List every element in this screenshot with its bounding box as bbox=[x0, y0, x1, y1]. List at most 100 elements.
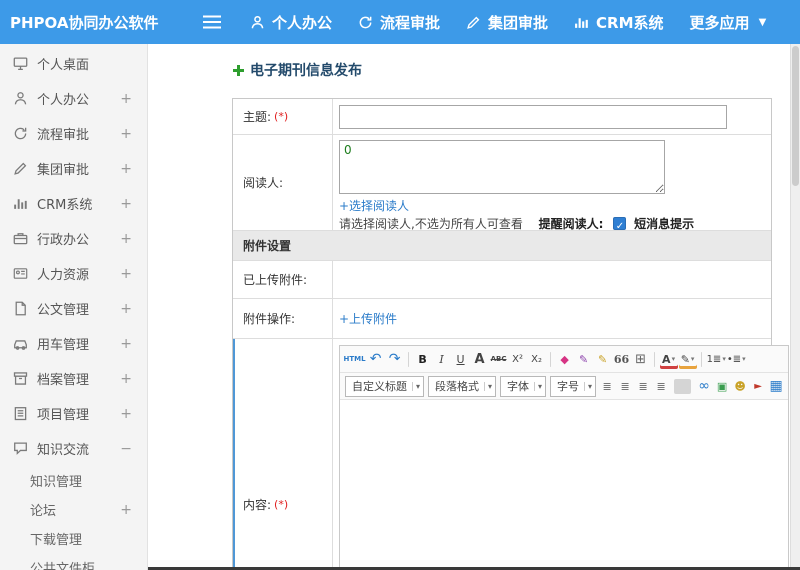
sidebar-item-label: 个人办公 bbox=[37, 93, 90, 108]
publish-form: 主题: (*) 阅读人: 0 +选择阅读人 请选择阅读人,不选为所有人可查看 提… bbox=[232, 98, 790, 570]
sidebar-item-label: 流程审批 bbox=[37, 128, 90, 143]
top-nav: 个人办公 流程审批 集团审批 CRM系统 更多应用 ▼ bbox=[250, 12, 766, 33]
format-painter-icon[interactable]: ✎ bbox=[575, 350, 593, 369]
bold-icon[interactable]: B bbox=[414, 350, 432, 369]
media-icon[interactable]: ► bbox=[750, 377, 767, 396]
sidebar-subitem-label: 论坛 bbox=[30, 504, 57, 519]
nav-group-approval[interactable]: 集团审批 bbox=[466, 12, 548, 33]
font-size-combo[interactable]: 字号 ▾ bbox=[550, 375, 597, 397]
upload-attachment-link[interactable]: +上传附件 bbox=[339, 310, 397, 327]
top-header: PHPOA协同办公软件 个人办公 流程审批 集团审批 CRM系统 更多应用 ▼ bbox=[0, 0, 800, 44]
expand-sign: + bbox=[120, 195, 132, 212]
nav-personal-office[interactable]: 个人办公 bbox=[250, 12, 332, 33]
menu-toggle-icon[interactable] bbox=[202, 14, 224, 30]
separator bbox=[408, 351, 410, 367]
caret-down-icon: ▾ bbox=[412, 381, 420, 391]
strikethrough-icon[interactable]: ABC bbox=[490, 350, 508, 369]
italic-icon[interactable]: I bbox=[433, 350, 451, 369]
superscript-icon[interactable]: X² bbox=[509, 350, 527, 369]
sms-notify-checkbox[interactable] bbox=[613, 217, 627, 235]
sidebar-item-personal-desktop[interactable]: 个人桌面 bbox=[0, 46, 147, 81]
editor-content-area[interactable] bbox=[340, 400, 789, 570]
highlight-color-icon[interactable]: ✎ bbox=[679, 350, 697, 369]
unordered-list-icon[interactable]: •≣ bbox=[727, 350, 746, 369]
sidebar-subitem-download-mgmt[interactable]: 下载管理 bbox=[0, 524, 147, 553]
caret-down-icon: ▾ bbox=[484, 381, 492, 391]
sidebar-subitem-forum[interactable]: 论坛 + bbox=[0, 495, 147, 524]
briefcase-icon bbox=[13, 231, 28, 246]
sidebar-item-knowledge-exchange[interactable]: 知识交流 − bbox=[0, 431, 147, 466]
app-title: PHPOA协同办公软件 bbox=[10, 13, 159, 32]
caret-down-icon: ▾ bbox=[584, 381, 592, 391]
sidebar-subitem-knowledge-mgmt[interactable]: 知识管理 bbox=[0, 466, 147, 495]
special-char-icon[interactable]: ⊞ bbox=[632, 350, 650, 369]
vertical-scrollbar[interactable] bbox=[790, 44, 800, 570]
add-icon bbox=[232, 64, 245, 77]
nav-label: 更多应用 bbox=[689, 13, 750, 32]
person-icon bbox=[250, 15, 265, 30]
select-readers-link[interactable]: +选择阅读人 bbox=[339, 199, 409, 213]
editor-toolbar-row2: 自定义标题 ▾ 段落格式 ▾ 字体 ▾ 字号 ▾ ≣ ≣ ≣ ≣ ∞ ▣ ☻ ► ▦ bbox=[340, 373, 789, 400]
expand-sign: + bbox=[120, 501, 132, 518]
align-right-icon[interactable]: ≣ bbox=[635, 377, 652, 396]
sidebar-item-document-mgmt[interactable]: 公文管理 + bbox=[0, 291, 147, 326]
emoticon-icon[interactable]: ☻ bbox=[732, 377, 749, 396]
subject-row: 主题: (*) bbox=[233, 99, 771, 135]
sidebar-item-personal-office[interactable]: 个人办公 + bbox=[0, 81, 147, 116]
align-justify-icon[interactable]: ≣ bbox=[653, 377, 670, 396]
redo-icon[interactable]: ↷ bbox=[386, 350, 404, 369]
required-mark: (*) bbox=[274, 110, 289, 123]
scrollbar-thumb[interactable] bbox=[792, 46, 799, 186]
expand-sign: + bbox=[120, 265, 132, 282]
eraser-icon[interactable]: ◆ bbox=[556, 350, 574, 369]
uploaded-label-cell: 已上传附件: bbox=[233, 261, 333, 298]
style-combo[interactable]: 自定义标题 ▾ bbox=[345, 375, 425, 397]
expand-sign: + bbox=[120, 90, 132, 107]
expand-sign: + bbox=[120, 300, 132, 317]
undo-icon[interactable]: ↶ bbox=[367, 350, 385, 369]
uploaded-label: 已上传附件: bbox=[243, 273, 308, 287]
blockquote-icon[interactable]: 66 bbox=[613, 350, 631, 369]
subject-input[interactable] bbox=[339, 104, 727, 129]
link-icon[interactable]: ∞ bbox=[696, 377, 713, 396]
table-icon[interactable]: ▦ bbox=[768, 377, 785, 396]
sidebar-item-label: CRM系统 bbox=[37, 198, 93, 213]
sidebar-item-project-mgmt[interactable]: 项目管理 + bbox=[0, 396, 147, 431]
font-family-combo[interactable]: 字体 ▾ bbox=[500, 375, 547, 397]
nav-crm-system[interactable]: CRM系统 bbox=[574, 12, 664, 33]
align-left-icon[interactable]: ≣ bbox=[599, 377, 616, 396]
expand-sign: + bbox=[120, 160, 132, 177]
sidebar-item-workflow-approval[interactable]: 流程审批 + bbox=[0, 116, 147, 151]
sidebar-item-hr[interactable]: 人力资源 + bbox=[0, 256, 147, 291]
nav-workflow-approval[interactable]: 流程审批 bbox=[358, 12, 440, 33]
nav-label: CRM系统 bbox=[596, 13, 664, 32]
pen-icon[interactable]: ✎ bbox=[594, 350, 612, 369]
align-center-icon[interactable]: ≣ bbox=[617, 377, 634, 396]
font-icon[interactable]: A bbox=[471, 350, 489, 369]
readers-row: 阅读人: 0 +选择阅读人 请选择阅读人,不选为所有人可查看 提醒阅读人: 短消… bbox=[233, 135, 771, 235]
sidebar-item-label: 项目管理 bbox=[37, 408, 90, 423]
html-source-icon[interactable]: HTML bbox=[344, 350, 366, 369]
sidebar-subitem-public-file-cabinet[interactable]: 公共文件柜 bbox=[0, 553, 147, 570]
sidebar-item-admin-office[interactable]: 行政办公 + bbox=[0, 221, 147, 256]
sidebar-item-vehicle-mgmt[interactable]: 用车管理 + bbox=[0, 326, 147, 361]
bar-chart-icon bbox=[13, 196, 28, 211]
sidebar-item-archive-mgmt[interactable]: 档案管理 + bbox=[0, 361, 147, 396]
ordered-list-icon[interactable]: 1≣ bbox=[707, 350, 726, 369]
attachment-action-row: 附件操作: +上传附件 bbox=[233, 299, 771, 339]
underline-icon[interactable]: U bbox=[452, 350, 470, 369]
paragraph-combo[interactable]: 段落格式 ▾ bbox=[428, 375, 497, 397]
caret-down-icon: ▼ bbox=[758, 16, 767, 28]
content-value-cell: HTML↶↷BIUAABCX²X₂◆✎✎66⊞A✎1≣•≣ 自定义标题▾段落格式… bbox=[333, 339, 790, 570]
image-icon[interactable]: ▣ bbox=[714, 377, 731, 396]
sidebar-item-crm-system[interactable]: CRM系统 + bbox=[0, 186, 147, 221]
uploaded-value-cell bbox=[333, 261, 771, 298]
sidebar-subitem-label: 下载管理 bbox=[30, 533, 83, 548]
readers-label: 阅读人: bbox=[243, 176, 284, 190]
sidebar-item-group-approval[interactable]: 集团审批 + bbox=[0, 151, 147, 186]
subscript-icon[interactable]: X₂ bbox=[528, 350, 546, 369]
attachment-action-label-cell: 附件操作: bbox=[233, 299, 333, 338]
nav-more-apps[interactable]: 更多应用 ▼ bbox=[690, 12, 767, 33]
readers-field[interactable]: 0 bbox=[339, 140, 665, 194]
font-color-icon[interactable]: A bbox=[660, 350, 678, 369]
